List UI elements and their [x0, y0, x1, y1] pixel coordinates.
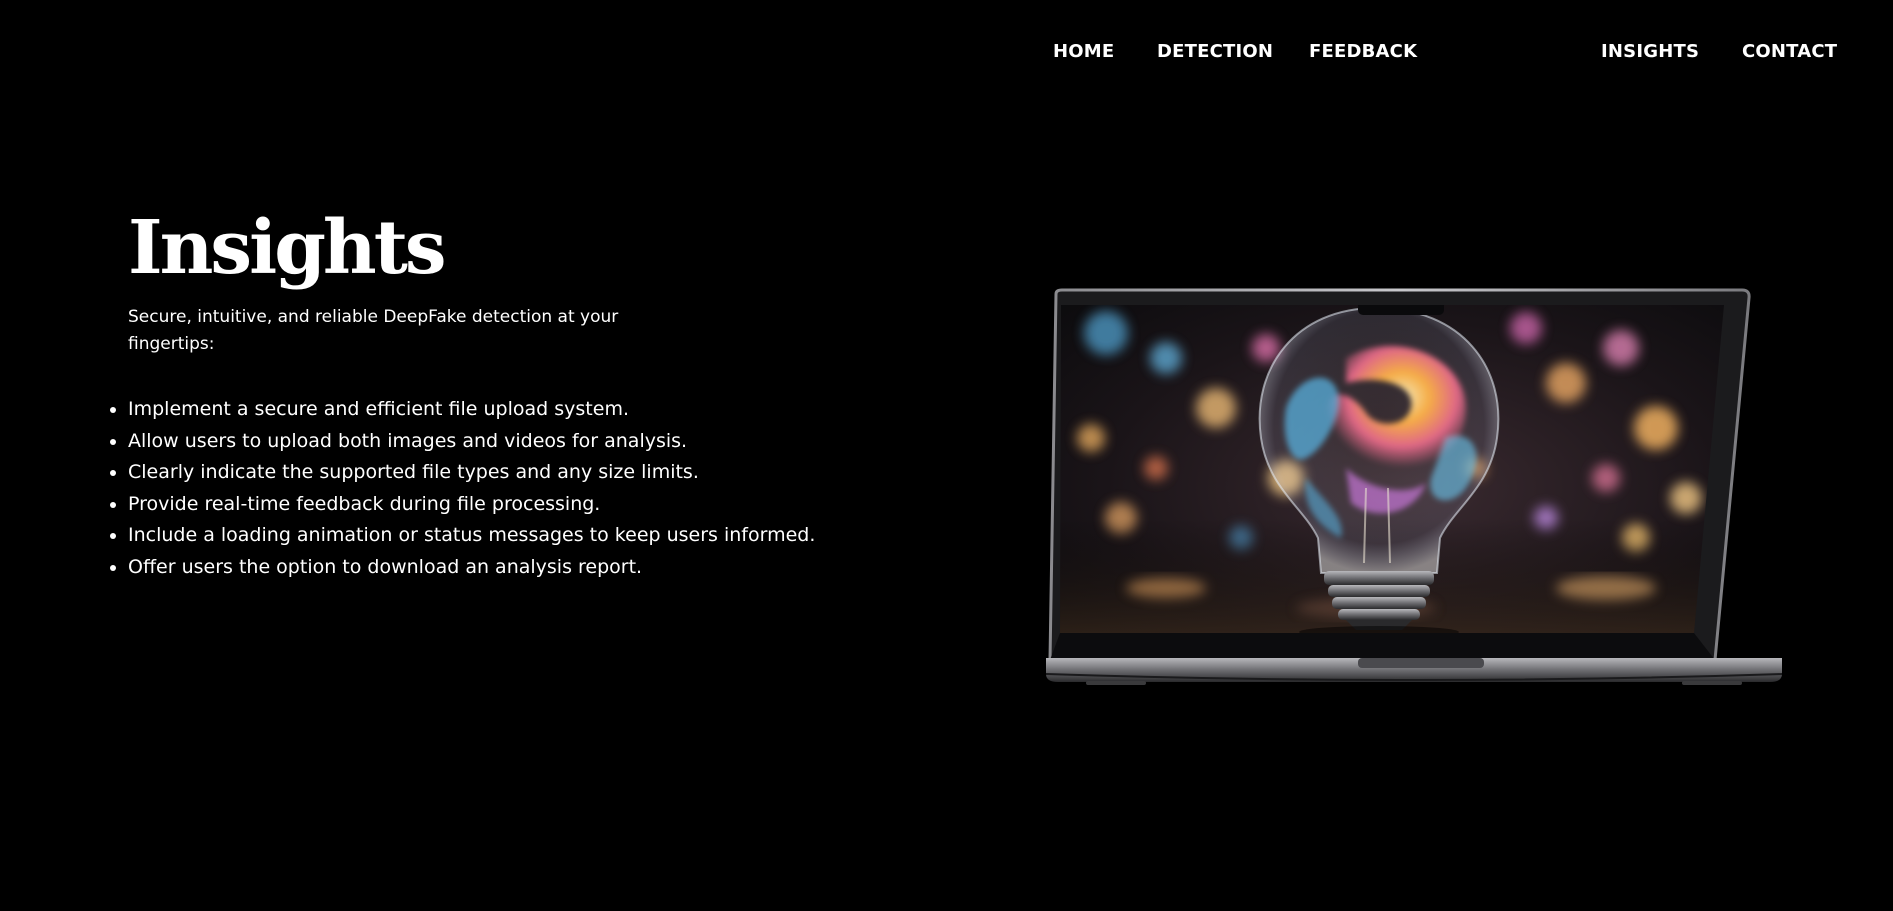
- nav-insights-link[interactable]: INSIGHTS: [1601, 40, 1699, 64]
- feature-item: Offer users the option to download an an…: [109, 552, 815, 584]
- top-navigation: HOME DETECTION FEEDBACK INSIGHTS CONTACT: [0, 40, 1893, 64]
- page-subtitle: Secure, intuitive, and reliable DeepFake…: [128, 307, 619, 354]
- nav-feedback-link[interactable]: FEEDBACK: [1309, 40, 1417, 64]
- nav-detection-link[interactable]: DETECTION: [1157, 40, 1273, 64]
- nav-contact-link[interactable]: CONTACT: [1742, 40, 1837, 64]
- feature-item: Provide real-time feedback during file p…: [109, 489, 815, 521]
- page-title: Insights: [128, 205, 447, 291]
- feature-item: Clearly indicate the supported file type…: [109, 457, 815, 489]
- feature-item: Include a loading animation or status me…: [109, 520, 815, 552]
- feature-item: Implement a secure and efficient file up…: [109, 394, 815, 426]
- laptop-image: [1046, 288, 1782, 688]
- feature-list: Implement a secure and efficient file up…: [109, 394, 815, 584]
- nav-home-link[interactable]: HOME: [1053, 40, 1114, 64]
- insights-page: HOME DETECTION FEEDBACK INSIGHTS CONTACT…: [0, 0, 1893, 911]
- feature-item: Allow users to upload both images and vi…: [109, 426, 815, 458]
